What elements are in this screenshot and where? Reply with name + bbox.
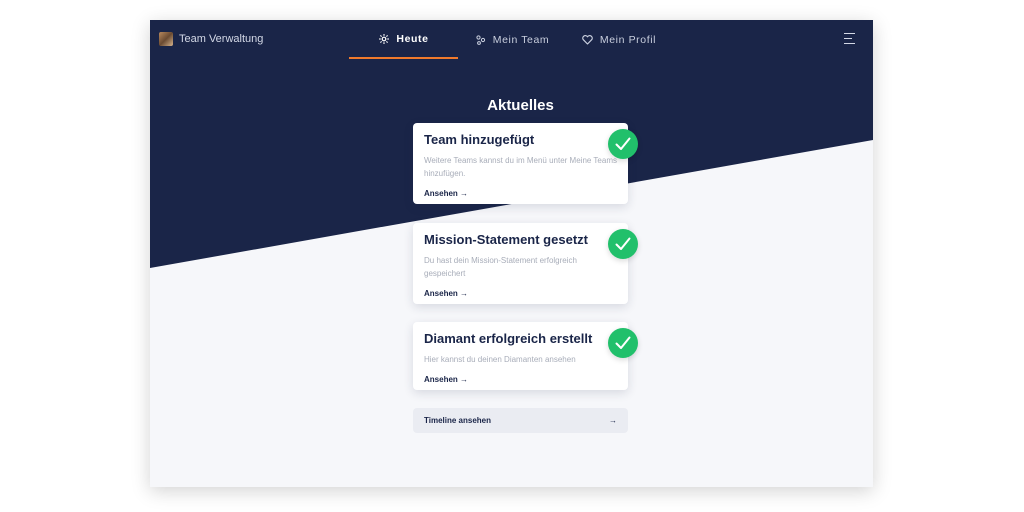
team-icon [475,34,487,46]
heart-icon [582,34,594,46]
brand[interactable]: Team Verwaltung [159,32,263,46]
card-title: Mission-Statement gesetzt [424,232,588,247]
nav-tab-mein-profil[interactable]: Mein Profil [578,20,660,59]
check-icon [608,328,638,358]
activity-card: Team hinzugefügt Weitere Teams kannst du… [413,123,638,204]
app-window: Team Verwaltung Heute Mein Team Mein Pro… [150,20,873,487]
card-view-link[interactable]: Ansehen → [424,375,468,384]
timeline-label: Timeline ansehen [424,416,491,425]
nav-tab-mein-team[interactable]: Mein Team [472,20,552,59]
check-icon [608,229,638,259]
nav-tab-label: Mein Profil [599,33,657,46]
nav-tab-heute[interactable]: Heute [349,20,458,59]
card-description: Du hast dein Mission-Statement erfolgrei… [424,256,577,278]
card-title: Team hinzugefügt [424,132,535,147]
card-description: Hier kannst du deinen Diamanten ansehen [424,355,576,364]
timeline-button[interactable]: Timeline ansehen → [413,408,628,433]
nav-tab-label: Heute [396,32,429,45]
card-view-link[interactable]: Ansehen → [424,289,468,298]
card-view-link[interactable]: Ansehen → [424,189,468,198]
check-icon [608,129,638,159]
hamburger-menu-icon[interactable] [844,33,855,45]
activity-card: Diamant erfolgreich erstellt Hier kannst… [413,322,638,390]
top-navigation-bar: Team Verwaltung Heute Mein Team Mein Pro… [150,20,873,59]
nav-tab-label: Mein Team [492,33,550,46]
card-title: Diamant erfolgreich erstellt [424,331,593,346]
card-description: Weitere Teams kannst du im Menü unter Me… [424,156,617,178]
section-heading: Aktuelles [487,97,554,114]
brand-logo-icon [159,32,173,46]
brand-name: Team Verwaltung [179,33,264,45]
sun-icon [378,33,390,45]
arrow-right-icon: → [609,416,617,425]
activity-card: Mission-Statement gesetzt Du hast dein M… [413,223,638,304]
